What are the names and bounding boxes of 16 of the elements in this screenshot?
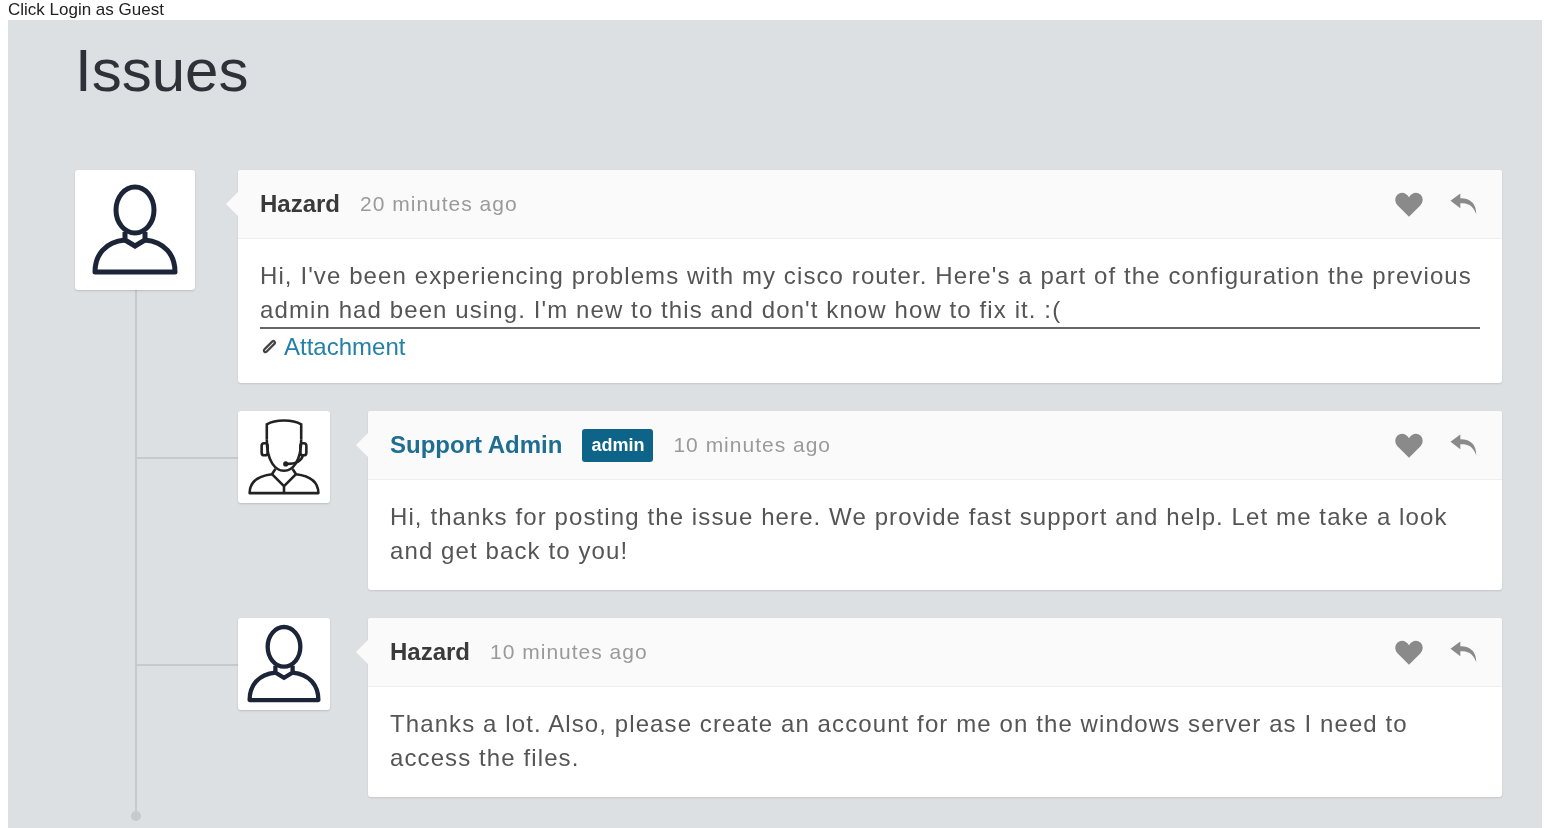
attachment-link[interactable]: Attachment [260,333,406,361]
timestamp: 20 minutes ago [360,192,518,216]
page-title: Issues [75,36,250,106]
timestamp: 10 minutes ago [673,433,832,457]
timestamp: 10 minutes ago [490,640,648,664]
author-name[interactable]: Hazard [390,638,471,666]
author-name[interactable]: Support Admin [390,431,563,459]
comment-text: Hi, thanks for posting the issue here. We provide fast support and help. Let me take a look and get back to you! [390,502,1449,566]
comment-text: Thanks a lot. Also, please create an account for me on the windows server as I need to access the files. [390,709,1409,773]
comment-text: Hi, I've been experiencing problems with my cisco router. Here's a part of the configuration the previous admin had been using. I'm new to this and don't know how to fix it. :( [260,259,1480,329]
role-badge: admin [582,428,654,462]
instruction-text: Click Login as Guest [7,0,165,20]
heart-icon[interactable] [1394,190,1424,218]
heart-icon[interactable] [1394,638,1424,666]
heart-icon[interactable] [1394,431,1424,459]
author-name[interactable]: Hazard [260,190,341,218]
